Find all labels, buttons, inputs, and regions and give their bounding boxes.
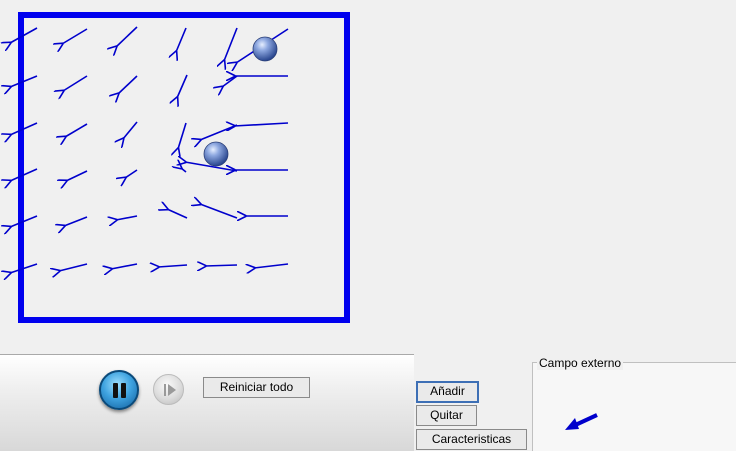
field-vector-arrow xyxy=(254,263,289,268)
field-vector-arrow xyxy=(181,168,187,173)
field-vector-arrow xyxy=(177,74,188,98)
field-vector-arrow xyxy=(118,75,138,94)
charge-ball[interactable] xyxy=(203,141,229,167)
field-vectors xyxy=(10,26,289,273)
properties-button[interactable]: Caracteristicas xyxy=(416,429,527,450)
simulation-area[interactable] xyxy=(0,0,414,352)
field-vector-arrow xyxy=(200,124,238,140)
field-vector-arrow xyxy=(167,209,188,219)
field-vector-arrow xyxy=(123,121,138,139)
add-button[interactable]: Añadir xyxy=(416,381,479,403)
field-vector-arrow xyxy=(116,26,138,47)
simulation-boundary xyxy=(18,12,350,323)
remove-button[interactable]: Quitar xyxy=(416,405,477,426)
field-vector-arrow xyxy=(65,123,88,137)
field-vector-arrow xyxy=(116,215,138,220)
field-vector-arrow xyxy=(176,27,187,52)
simulation-canvas xyxy=(0,12,350,323)
field-vector-arrow xyxy=(205,265,238,266)
field-vector-arrow xyxy=(234,123,289,126)
step-button[interactable] xyxy=(153,374,184,405)
field-vector-arrow xyxy=(63,75,88,91)
field-vector-arrow xyxy=(66,170,88,181)
field-vector-arrow xyxy=(64,216,88,226)
field-vector-arrow xyxy=(178,122,187,149)
field-vector-arrow xyxy=(62,28,88,44)
charge-ball[interactable] xyxy=(252,36,278,62)
reset-all-button[interactable]: Reiniciar todo xyxy=(203,377,310,398)
field-vector-arrow xyxy=(158,265,188,267)
field-vector-arrow xyxy=(111,263,138,269)
pause-button[interactable] xyxy=(99,370,139,410)
charges[interactable] xyxy=(203,36,278,167)
control-panel: Reiniciar todo xyxy=(0,354,414,451)
field-vector-arrow xyxy=(222,75,238,87)
pause-icon xyxy=(113,383,118,398)
external-field-title: Campo externo xyxy=(537,356,624,370)
field-vector-arrow xyxy=(125,169,138,178)
external-field-panel[interactable]: Campo externo xyxy=(532,356,736,451)
step-icon xyxy=(164,384,166,396)
field-vector-arrow xyxy=(200,204,238,219)
field-vector-arrow xyxy=(224,27,238,61)
field-vector-arrow xyxy=(59,263,88,271)
